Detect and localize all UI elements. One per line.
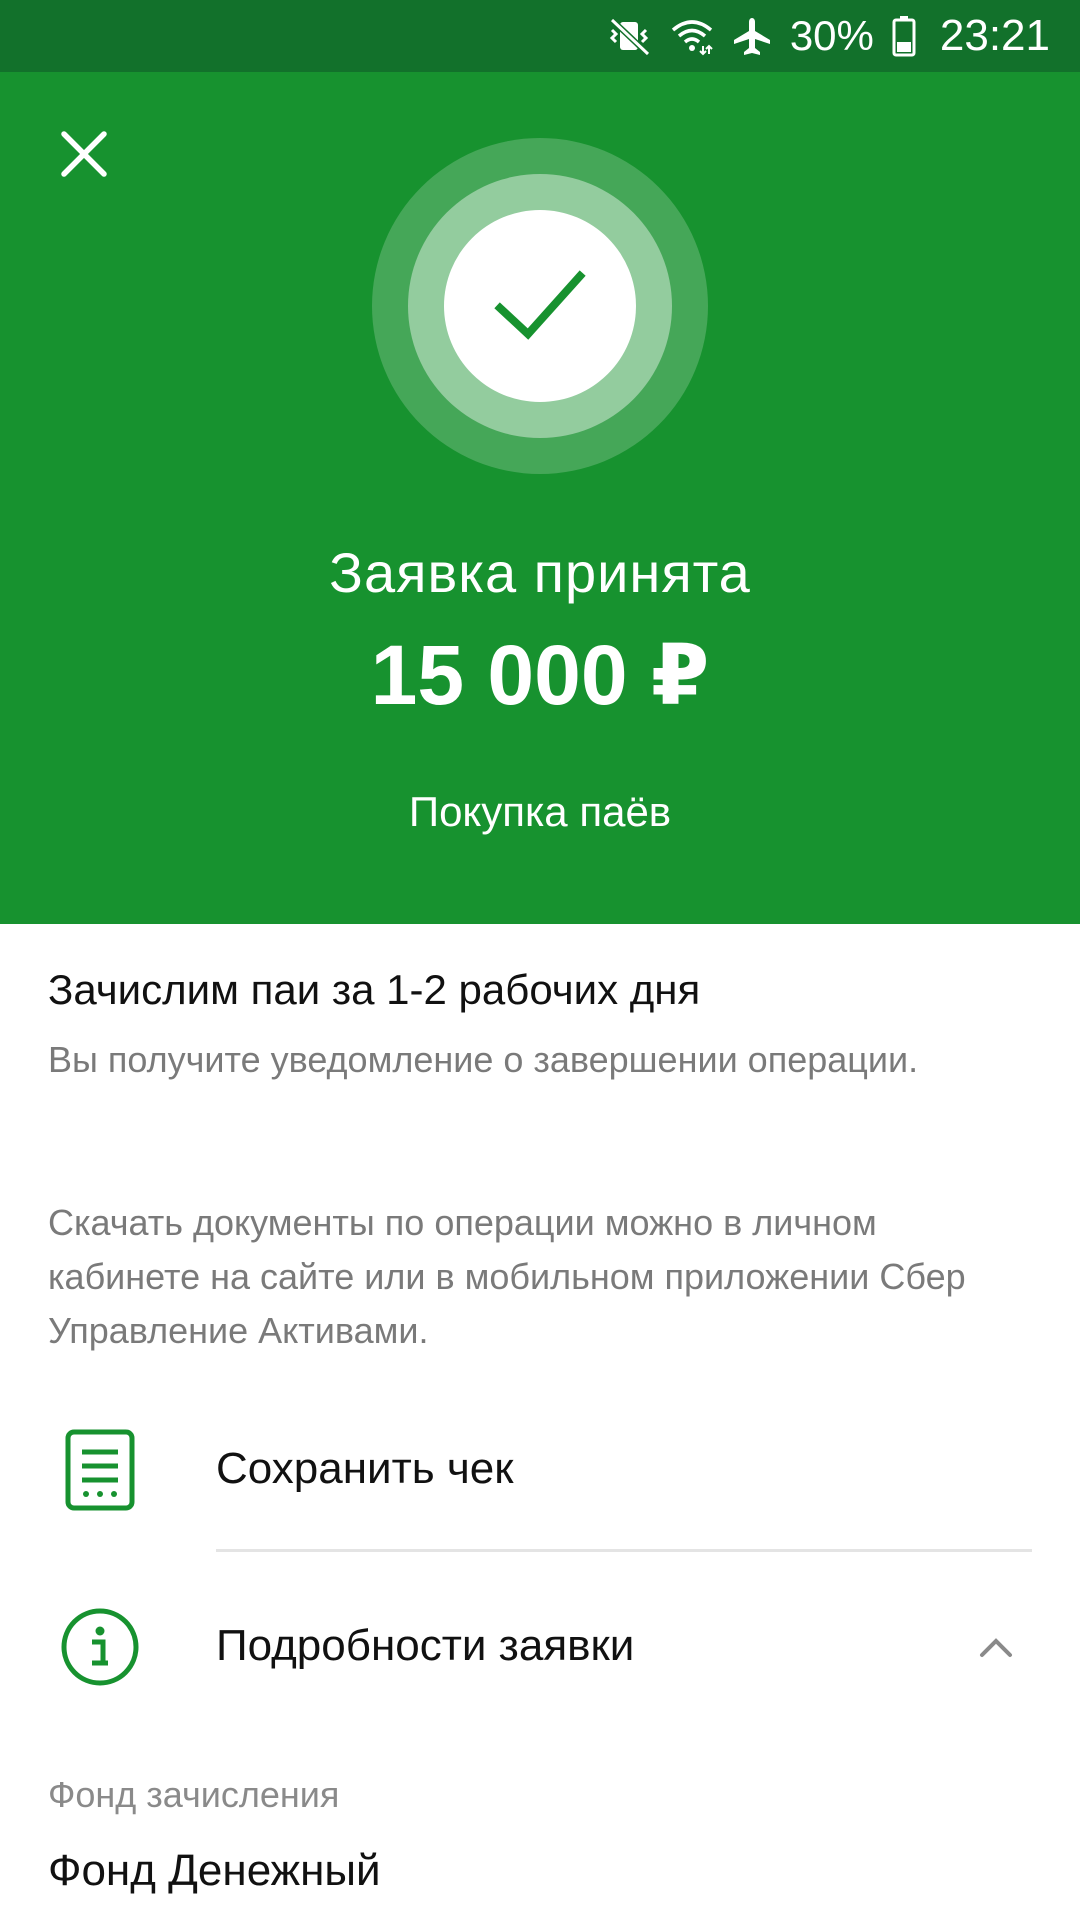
info-notification-text: Вы получите уведомление о завершении опе…: [48, 1039, 919, 1080]
battery-percent: 30%: [789, 12, 874, 59]
success-circle: [444, 210, 636, 402]
clock: 23:21: [939, 11, 1050, 60]
divider: [216, 1549, 1032, 1552]
receipt-icon: [65, 1429, 135, 1511]
fund-value: Фонд Денежный: [48, 1846, 381, 1895]
request-details-label: Подробности заявки: [216, 1621, 635, 1670]
fund-label: Фонд зачисления: [48, 1774, 340, 1815]
vibrate-mute-icon: [608, 16, 652, 56]
close-icon: [61, 131, 107, 177]
amount: 15 000 ₽: [370, 628, 710, 722]
success-header: Заявка принята 15 000 ₽ Покупка паёв: [0, 72, 1080, 924]
airplane-icon: [732, 16, 772, 56]
chevron-up-icon: [980, 1638, 1012, 1657]
status-title: Заявка принята: [329, 541, 751, 604]
info-title: Зачислим паи за 1-2 рабочих дня: [48, 966, 701, 1013]
status-icons: 30% 23:21: [608, 11, 1050, 61]
close-button[interactable]: [58, 128, 110, 180]
checkmark-icon: [494, 270, 586, 340]
wifi-icon: [670, 16, 714, 56]
save-receipt-label: Сохранить чек: [216, 1444, 514, 1493]
operation-type: Покупка паёв: [408, 788, 672, 835]
request-details-toggle[interactable]: Подробности заявки: [0, 1595, 1080, 1725]
battery-icon: [892, 15, 916, 57]
info-documents-text: Скачать документы по операции можно в ли…: [48, 1202, 966, 1351]
success-indicator: [372, 138, 708, 474]
info-icon: [61, 1608, 139, 1686]
save-receipt-button[interactable]: Сохранить чек: [0, 1420, 1080, 1550]
status-bar: 30% 23:21: [0, 0, 1080, 72]
